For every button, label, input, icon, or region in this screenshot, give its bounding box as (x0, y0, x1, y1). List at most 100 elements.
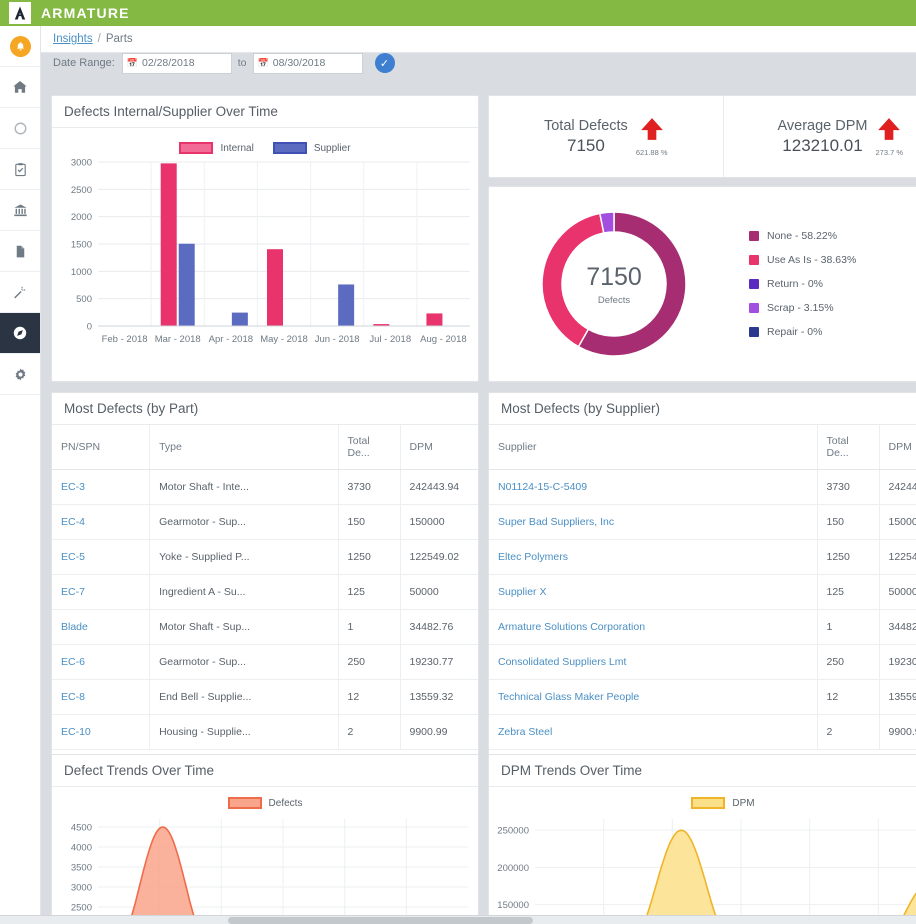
calendar-icon: 📅 (257, 57, 269, 68)
table-row[interactable]: EC-7 Ingredient A - Su... 125 50000 (52, 574, 478, 610)
column-header[interactable]: DPM (400, 425, 478, 470)
cell-pn: EC-3 (52, 469, 151, 505)
cell-pn: EC-5 (52, 539, 151, 575)
supplier-link[interactable]: N01124-15-C-5409 (498, 481, 587, 493)
sidebar-item-notifications[interactable] (0, 26, 40, 67)
donut-legend-item[interactable]: Repair - 0% (749, 326, 856, 338)
cell-total: 12 (338, 679, 401, 715)
table-row[interactable]: Technical Glass Maker People 1213559.32 (489, 679, 916, 715)
legend-swatch-internal[interactable] (179, 142, 214, 154)
legend-swatch (749, 303, 759, 313)
breadcrumb-link-insights[interactable]: Insights (53, 33, 93, 45)
table-row[interactable]: EC-8 End Bell - Supplie... 12 13559.32 (52, 679, 478, 715)
table-row[interactable]: Supplier X 125 50000 (489, 574, 916, 610)
sidebar-item-insights[interactable] (0, 313, 40, 354)
part-link[interactable]: Blade (61, 621, 88, 633)
svg-text:2500: 2500 (71, 903, 92, 914)
supplier-link[interactable]: Eltec Polymers (498, 551, 568, 563)
part-link[interactable]: EC-6 (61, 656, 85, 668)
table-row[interactable]: EC-3 Motor Shaft - Inte... 3730 242443.94 (52, 469, 478, 505)
part-link[interactable]: EC-5 (61, 551, 85, 563)
sidebar-item-organizations[interactable] (0, 190, 40, 231)
card-title: Most Defects (by Part) (64, 401, 199, 416)
table-row[interactable]: Consolidated Suppliers Lmt 25019230.77 (489, 644, 916, 680)
sidebar-item-documents[interactable] (0, 231, 40, 272)
table-row[interactable]: Blade Motor Shaft - Sup... 1 34482.76 (52, 609, 478, 645)
cell-supplier: Eltec Polymers (489, 539, 818, 575)
legend-swatch (749, 255, 759, 265)
cell-dpm: 34482.76 (400, 609, 478, 645)
legend-swatch (749, 279, 759, 289)
date-to-value: 08/30/2018 (272, 57, 326, 69)
date-from-input[interactable]: 📅 02/28/2018 (121, 53, 232, 74)
cell-total: 150 (338, 504, 401, 540)
armature-logo-icon[interactable] (9, 2, 31, 24)
part-link[interactable]: EC-8 (61, 691, 85, 703)
legend-label-dpm: DPM (732, 797, 755, 809)
svg-text:150000: 150000 (497, 900, 529, 911)
cell-pn: EC-8 (52, 679, 151, 715)
svg-text:3000: 3000 (71, 883, 92, 894)
table-row[interactable]: EC-10 Housing - Supplie... 2 9900.99 (52, 714, 478, 750)
legend-swatch-supplier[interactable] (272, 142, 307, 154)
part-defects-table: PN/SPN Type Total De... DPM EC-3 Motor Shaft… (52, 425, 478, 750)
table-row[interactable]: Super Bad Suppliers, Inc 150150000 (489, 504, 916, 540)
table-row[interactable]: EC-4 Gearmotor - Sup... 150 150000 (52, 504, 478, 540)
column-header[interactable]: Total De... (817, 425, 880, 470)
horizontal-scrollbar[interactable] (0, 915, 916, 924)
supplier-link[interactable]: Super Bad Suppliers, Inc (498, 516, 614, 528)
svg-text:2000: 2000 (71, 212, 92, 223)
table-row[interactable]: Zebra Steel 29900.99 (489, 714, 916, 750)
table-row[interactable]: Eltec Polymers 1250122549.02 (489, 539, 916, 575)
table-row[interactable]: EC-5 Yoke - Supplied P... 1250 122549.02 (52, 539, 478, 575)
top-header-bar: ARMATURE (0, 0, 916, 26)
card-title: Most Defects (by Supplier) (501, 401, 661, 416)
apply-filter-button[interactable]: ✓ (374, 53, 395, 73)
defect-disposition-card: 7150 Defects None - 58.22% Use As Is - 38… (488, 186, 916, 382)
svg-text:3000: 3000 (71, 158, 92, 169)
column-header[interactable]: Type (149, 425, 339, 470)
supplier-link[interactable]: Armature Solutions Corporation (498, 621, 645, 633)
kpi-label: Average DPM (777, 117, 868, 134)
column-header[interactable]: Supplier (489, 425, 818, 470)
column-header[interactable]: DPM (879, 425, 916, 470)
column-header[interactable]: PN/SPN (52, 425, 151, 470)
date-range-label: Date Range: (53, 57, 115, 69)
table-row[interactable]: N01124-15-C-5409 3730242443.94 (489, 469, 916, 505)
sidebar-item-settings[interactable] (0, 354, 40, 395)
donut-chart: 7150 Defects (489, 204, 739, 364)
donut-legend-item[interactable]: None - 58.22% (749, 230, 856, 242)
part-link[interactable]: EC-4 (61, 516, 85, 528)
kpi-value: 7150 (566, 135, 605, 155)
date-range-filter: Date Range: 📅 02/28/2018 to 📅 08/30/2018… (53, 53, 403, 77)
supplier-link[interactable]: Consolidated Suppliers Lmt (498, 656, 626, 668)
supplier-link[interactable]: Technical Glass Maker People (498, 691, 639, 703)
supplier-link[interactable]: Zebra Steel (498, 726, 552, 738)
supplier-defects-table: Supplier Total De... DPM N01124-15-C-5409 3… (489, 425, 916, 750)
donut-legend-item[interactable]: Scrap - 3.15% (749, 302, 856, 314)
cell-type: Gearmotor - Sup... (149, 644, 339, 680)
cell-dpm: 242443.94 (879, 469, 916, 505)
svg-text:4000: 4000 (71, 843, 92, 854)
legend-swatch-defects[interactable] (227, 797, 262, 809)
table-row[interactable]: Armature Solutions Corporation 134482.76 (489, 609, 916, 645)
column-header[interactable]: Total De... (338, 425, 401, 470)
sidebar-item-home[interactable] (0, 67, 40, 108)
donut-legend-item[interactable]: Use As Is - 38.63% (749, 254, 856, 266)
part-link[interactable]: EC-10 (61, 726, 91, 738)
part-link[interactable]: EC-3 (61, 481, 85, 493)
date-to-input[interactable]: 📅 08/30/2018 (252, 53, 363, 74)
sidebar-item-circle[interactable] (0, 108, 40, 149)
card-title: Defects Internal/Supplier Over Time (64, 104, 278, 119)
most-defects-by-part-card: Most Defects (by Part) PN/SPN Type Total D… (51, 392, 479, 799)
table-row[interactable]: EC-6 Gearmotor - Sup... 250 19230.77 (52, 644, 478, 680)
supplier-link[interactable]: Supplier X (498, 586, 546, 598)
part-link[interactable]: EC-7 (61, 586, 85, 598)
legend-swatch-dpm[interactable] (691, 797, 726, 809)
horizontal-scrollbar-thumb[interactable] (228, 917, 533, 924)
donut-legend-item[interactable]: Return - 0% (749, 278, 856, 290)
kpi-average-dpm: Average DPM 123210.01 273.7 % (722, 96, 916, 177)
sidebar-item-tools[interactable] (0, 272, 40, 313)
cell-type: Yoke - Supplied P... (149, 539, 339, 575)
sidebar-item-assessments[interactable] (0, 149, 40, 190)
